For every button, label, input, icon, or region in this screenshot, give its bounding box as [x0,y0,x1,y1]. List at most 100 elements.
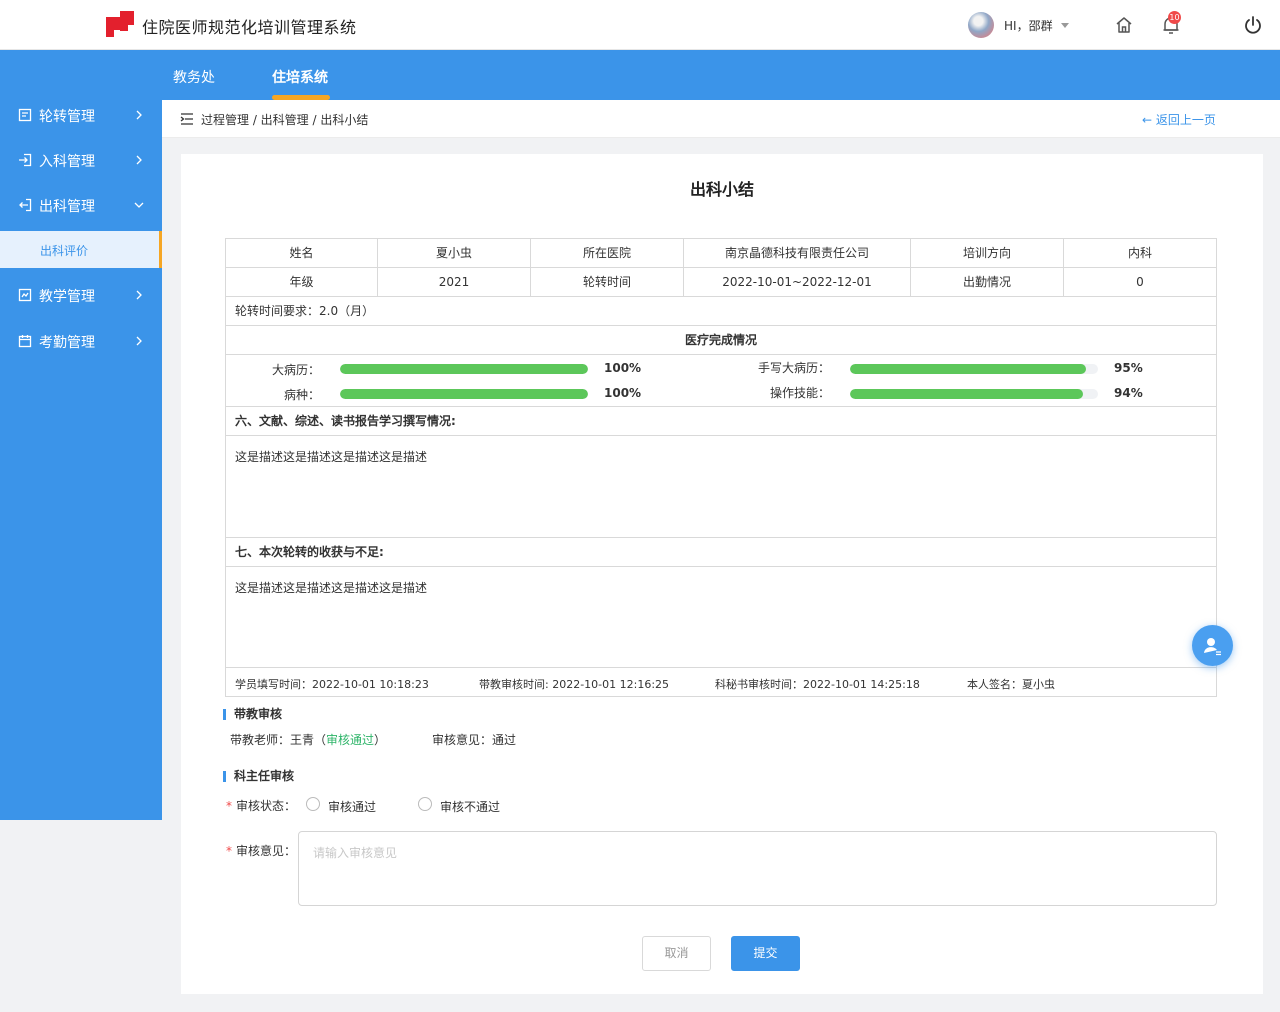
progress-label: 病种： [283,388,320,402]
sidebar-subitem-discharge-evaluation[interactable]: 出科评价 [0,231,162,268]
bp-logo-icon [106,11,134,37]
progress-label: 操作技能： [769,386,830,400]
main-nav: 教务处 住培系统 [0,50,1280,100]
tab-jiaowuchu[interactable]: 教务处 [173,67,215,87]
sidebar-item-label: 出科管理 [39,199,95,215]
chevron-right-icon [136,290,142,300]
teacher-name: 带教老师：王青（ [230,733,327,747]
back-link[interactable]: ← 返回上一页 [1142,111,1216,128]
sidebar-item-teaching[interactable]: 教学管理 [0,280,162,310]
teaching-icon [18,288,32,302]
direction-value: 内科 [1127,246,1152,260]
progress-bar [340,364,588,374]
hospital-label: 所在医院 [531,239,684,267]
student-fill-time: 学员填写时间：2022-10-01 10:18:23 [235,678,429,691]
rotation-requirement: 轮转时间要求：2.0（月） [226,297,1216,326]
summary-card: 出科小结 姓名 夏小虫 所在医院 南京晶德科技有限责任公司 培训方向 内科 年级… [181,154,1263,994]
submit-button[interactable]: 提交 [731,936,800,971]
review-opinion-input[interactable] [298,831,1217,906]
section7-title: 七、本次轮转的收获与不足: [226,538,1216,567]
sidebar-subitem-label: 出科评价 [40,244,89,258]
progress-value: 100% [604,386,642,400]
teacher-review-title: 带教审核 [223,708,282,720]
table-row: 姓名 夏小虫 所在医院 南京晶德科技有限责任公司 培训方向 内科 [226,239,1216,268]
rotation-icon [18,108,32,122]
table-row: 年级 2021 轮转时间 2022-10-01~2022-12-01 出勤情况 … [226,268,1216,297]
home-icon[interactable] [1114,15,1134,35]
sidebar-item-attendance[interactable]: 考勤管理 [0,326,162,356]
sidebar-item-rotation[interactable]: 轮转管理 [0,100,162,130]
name-label: 姓名 [226,239,378,267]
signature: 本人签名：夏小虫 [967,678,1055,691]
calendar-icon [18,335,32,348]
progress-fill [340,364,588,374]
approve-radio[interactable] [306,797,320,811]
avatar [968,12,994,38]
user-menu[interactable]: HI，邵群 [968,12,1069,38]
teacher-opinion: 审核意见：通过 [432,733,517,747]
progress-value: 95% [1114,361,1143,375]
progress-block: 大病历： 100% 手写大病历： 95% 病种： 100% 操作技能： 94% [226,355,1216,407]
attendance-value: 0 [1136,275,1144,289]
completion-title: 医疗完成情况 [226,326,1216,355]
notification-badge: 10 [1168,11,1181,24]
page-title: 出科小结 [689,180,754,199]
sidebar-item-label: 轮转管理 [39,109,95,125]
grade-value: 2021 [378,268,531,296]
grade-label: 年级 [226,268,378,296]
attendance-label: 出勤情况 [911,268,1064,296]
sidebar-item-admission[interactable]: 入科管理 [0,145,162,175]
chevron-down-icon [134,202,144,208]
chevron-right-icon [136,336,142,346]
top-header: 住院医师规范化培训管理系统 HI，邵群 10 [0,0,1280,50]
section6-title: 六、文献、综述、读书报告学习撰写情况: [226,407,1216,436]
required-mark: * [226,799,232,813]
secretary-review-time: 科秘书审核时间：2022-10-01 14:25:18 [715,678,920,691]
menu-fold-icon[interactable] [180,112,194,126]
progress-label: 大病历： [271,363,320,377]
direction-label: 培训方向 [911,239,1064,267]
active-indicator [159,231,162,268]
sidebar-item-discharge[interactable]: 出科管理 [0,190,162,220]
required-mark: * [226,844,232,858]
teacher-review-line: 带教老师：王青（审核通过） [230,731,386,748]
name-value: 夏小虫 [378,239,531,267]
breadcrumb: 过程管理 / 出科管理 / 出科小结 [201,113,369,127]
progress-fill [340,389,588,399]
teacher-suffix: ） [374,733,387,747]
hospital-value: 南京晶德科技有限责任公司 [684,239,911,267]
approve-radio-label[interactable]: 审核通过 [328,798,376,815]
period-value: 2022-10-01~2022-12-01 [684,268,911,296]
progress-value: 94% [1114,386,1143,400]
app-title: 住院医师规范化培训管理系统 [142,18,357,37]
cancel-button[interactable]: 取消 [642,936,711,971]
sidebar: 轮转管理 入科管理 出科管理 出科评价 教学管理 考勤管理 [0,100,162,820]
section6-body: 这是描述这是描述这是描述这是描述 [226,436,1216,538]
sidebar-item-label: 入科管理 [39,154,95,170]
user-greeting: HI，邵群 [1004,18,1053,33]
progress-bar [850,389,1098,399]
director-review-title: 科主任审核 [223,770,294,782]
reject-radio-label[interactable]: 审核不通过 [440,798,500,815]
review-status-text: 审核状态： [236,799,297,813]
login-icon [19,153,32,167]
progress-bar [850,364,1098,374]
teacher-review-time: 带教审核时间: 2022-10-01 12:16:25 [479,678,670,691]
progress-bar [340,389,588,399]
summary-footer: 学员填写时间：2022-10-01 10:18:23 带教审核时间: 2022-… [226,668,1216,696]
progress-fill [850,364,1086,374]
progress-value: 100% [604,361,642,375]
sidebar-item-label: 教学管理 [39,289,95,305]
logout-icon [19,198,32,212]
sidebar-item-label: 考勤管理 [39,335,95,351]
floating-user-button[interactable] [1192,625,1233,666]
power-icon[interactable] [1243,15,1263,35]
progress-fill [850,389,1084,399]
summary-table: 姓名 夏小虫 所在医院 南京晶德科技有限责任公司 培训方向 内科 年级 2021… [225,238,1217,697]
review-opinion-label: * 审核意见： [226,842,296,859]
reject-radio[interactable] [418,797,432,811]
chevron-right-icon [136,155,142,165]
user-edit-icon [1204,638,1221,656]
tab-zhupei[interactable]: 住培系统 [272,67,328,87]
status-badge: 审核通过 [326,733,375,747]
